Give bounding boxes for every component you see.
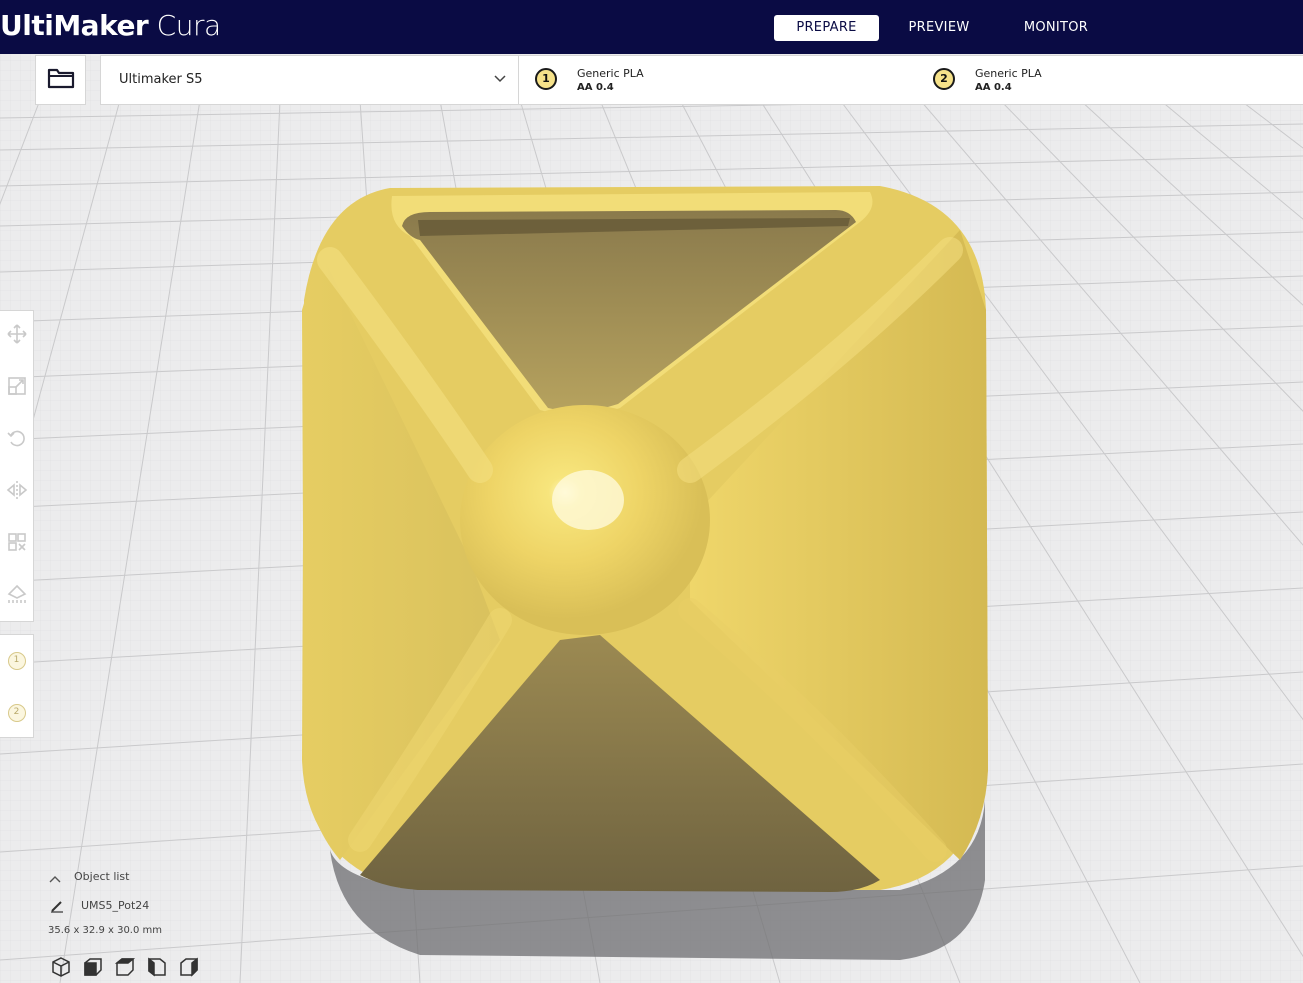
extruder-panel: 1 2 (0, 634, 34, 738)
folder-icon (47, 66, 75, 94)
extruder-configuration-selector[interactable]: 1 Generic PLA AA 0.4 2 Generic PLA AA 0.… (519, 55, 1303, 105)
view-3d-button[interactable] (50, 956, 72, 978)
model-ums5-pot24[interactable] (302, 186, 988, 892)
chevron-up-icon[interactable] (49, 870, 61, 889)
move-tool-button[interactable] (0, 316, 33, 356)
side-extruder-2-badge: 2 (7, 704, 26, 722)
per-model-settings-button[interactable] (0, 524, 33, 564)
right-view-icon (178, 957, 200, 982)
support-blocker-button[interactable] (0, 576, 33, 616)
support-blocker-icon (6, 584, 28, 608)
mirror-icon (6, 480, 28, 504)
object-name[interactable]: UMS5_Pot24 (81, 899, 149, 912)
move-icon (6, 324, 27, 348)
logo-light-text: Cura (148, 9, 221, 42)
extruder-2-material: Generic PLA (975, 67, 1042, 80)
view-top-button[interactable] (114, 956, 136, 978)
side-extruder-1-button[interactable]: 1 (0, 641, 33, 681)
chevron-down-icon (494, 73, 506, 88)
app-logo: UltiMaker Cura (0, 6, 221, 46)
front-view-icon (82, 958, 104, 982)
build-plate (0, 0, 1303, 983)
3d-viewport[interactable] (0, 0, 1303, 983)
extruder-1[interactable]: 1 Generic PLA AA 0.4 (519, 56, 917, 104)
pencil-icon[interactable] (49, 898, 65, 918)
extruder-2-nozzle: AA 0.4 (975, 82, 1012, 93)
tab-monitor[interactable]: MONITOR (1012, 15, 1100, 41)
extruder-1-material: Generic PLA (577, 67, 644, 80)
open-file-button[interactable] (35, 55, 86, 105)
rotate-tool-button[interactable] (0, 420, 33, 460)
printer-name: Ultimaker S5 (119, 72, 203, 87)
scale-tool-button[interactable] (0, 368, 33, 408)
tab-preview[interactable]: PREVIEW (895, 15, 983, 41)
view-left-button[interactable] (146, 956, 168, 978)
tool-panel (0, 310, 34, 622)
3d-view-icon (50, 957, 72, 982)
scale-icon (7, 376, 27, 400)
tab-prepare[interactable]: PREPARE (774, 15, 879, 41)
object-list-header[interactable]: Object list (74, 870, 129, 883)
left-view-icon (146, 957, 168, 982)
extruder-1-badge: 1 (535, 68, 557, 90)
view-right-button[interactable] (178, 956, 200, 978)
object-dimensions: 35.6 x 32.9 x 30.0 mm (48, 925, 163, 936)
extruder-2-badge: 2 (933, 68, 955, 90)
extruder-1-nozzle: AA 0.4 (577, 82, 614, 93)
extruder-2[interactable]: 2 Generic PLA AA 0.4 (917, 56, 1303, 104)
view-front-button[interactable] (82, 956, 104, 978)
logo-bold-text: UltiMaker (0, 9, 149, 42)
per-model-settings-icon (7, 532, 27, 556)
rotate-icon (6, 428, 27, 452)
side-extruder-2-button[interactable]: 2 (0, 693, 33, 733)
mirror-tool-button[interactable] (0, 472, 33, 512)
printer-selector[interactable]: Ultimaker S5 (100, 55, 519, 105)
top-view-icon (114, 958, 136, 982)
side-extruder-1-badge: 1 (7, 652, 26, 670)
header-bar: UltiMaker Cura PREPARE PREVIEW MONITOR (0, 0, 1303, 54)
